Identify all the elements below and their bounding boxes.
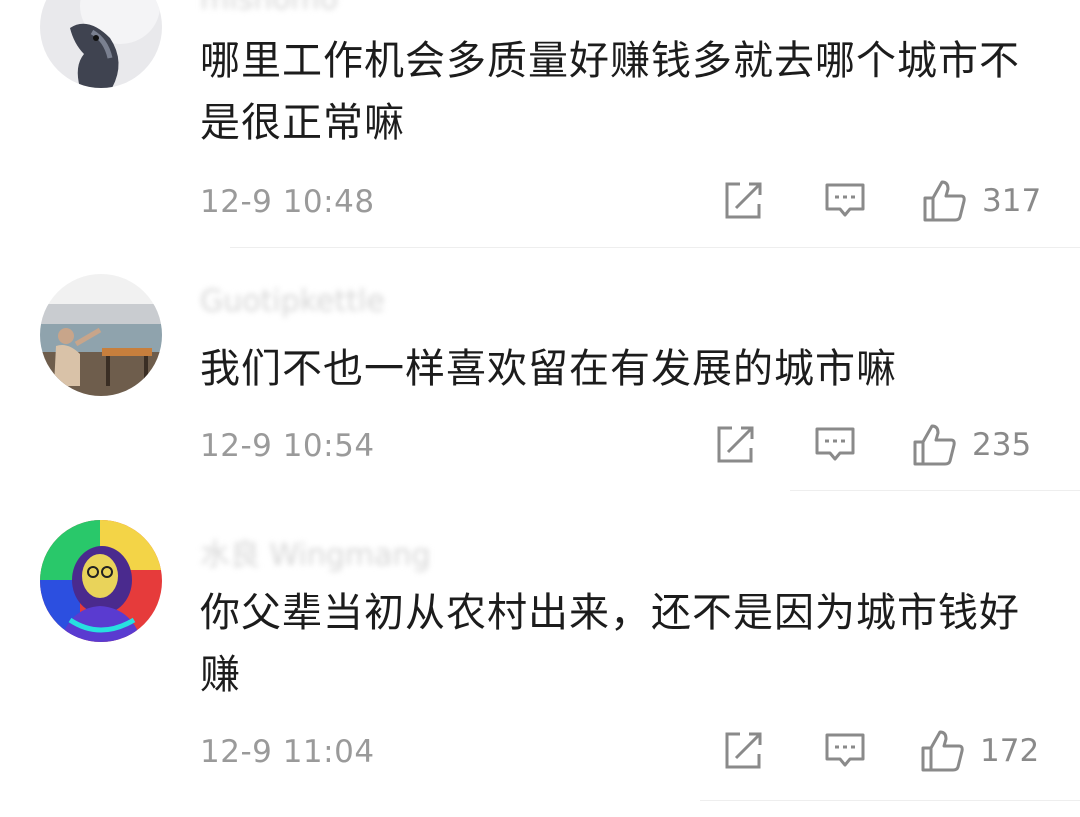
like-button[interactable]: 172 xyxy=(920,726,1039,776)
avatar[interactable] xyxy=(40,0,162,88)
share-button[interactable] xyxy=(722,176,764,226)
timestamp: 12-9 10:54 xyxy=(200,428,375,464)
share-edit-icon xyxy=(717,426,754,463)
share-button[interactable] xyxy=(722,726,764,776)
comment-item: Guotipkettle 我们不也一样喜欢留在有发展的城市嘛 12-9 10:5… xyxy=(0,260,1080,490)
comment-item: mishomo 哪里工作机会多质量好赚钱多就去哪个城市不是很正常嘛 12-9 1… xyxy=(0,0,1080,250)
reply-comment-icon xyxy=(825,183,865,217)
thumbs-up-icon xyxy=(921,730,964,772)
comment-meta: 12-9 10:48 317 xyxy=(200,176,1041,232)
comment-text: 你父辈当初从农村出来，还不是因为城市钱好赚 xyxy=(200,590,1020,698)
like-count: 235 xyxy=(972,427,1032,463)
share-edit-icon xyxy=(725,732,762,769)
comment-item: 水良 Wingmang 你父辈当初从农村出来，还不是因为城市钱好赚 12-9 1… xyxy=(0,500,1080,817)
timestamp: 12-9 10:48 xyxy=(200,184,375,220)
divider xyxy=(790,490,1080,491)
share-button[interactable] xyxy=(714,420,756,470)
reply-button[interactable] xyxy=(824,726,866,776)
like-button[interactable]: 235 xyxy=(912,420,1031,470)
reply-button[interactable] xyxy=(824,176,866,226)
avatar[interactable] xyxy=(40,274,162,396)
comment-meta: 12-9 10:54 235 xyxy=(200,420,1040,476)
comment-text: 我们不也一样喜欢留在有发展的城市嘛 xyxy=(200,346,897,392)
avatar-dog-icon xyxy=(40,0,162,88)
avatar[interactable] xyxy=(40,520,162,642)
reply-comment-icon xyxy=(825,733,865,767)
avatar-cafe-photo-icon xyxy=(40,274,162,396)
like-count: 317 xyxy=(982,183,1042,219)
username[interactable]: mishomo xyxy=(200,0,338,17)
like-count: 172 xyxy=(980,733,1040,769)
like-button[interactable]: 317 xyxy=(922,176,1041,226)
username[interactable]: 水良 Wingmang xyxy=(200,530,431,574)
timestamp: 12-9 11:04 xyxy=(200,734,375,770)
thumbs-up-icon xyxy=(923,180,966,222)
divider xyxy=(230,247,1080,248)
reply-comment-icon xyxy=(815,427,855,461)
share-edit-icon xyxy=(725,182,762,219)
username[interactable]: Guotipkettle xyxy=(200,284,385,319)
reply-button[interactable] xyxy=(814,420,856,470)
avatar-colorful-portrait-icon xyxy=(40,520,162,642)
divider xyxy=(700,800,1080,801)
comment-meta: 12-9 11:04 172 xyxy=(200,726,1040,782)
thumbs-up-icon xyxy=(913,424,956,466)
comment-text: 哪里工作机会多质量好赚钱多就去哪个城市不是很正常嘛 xyxy=(200,38,1020,146)
